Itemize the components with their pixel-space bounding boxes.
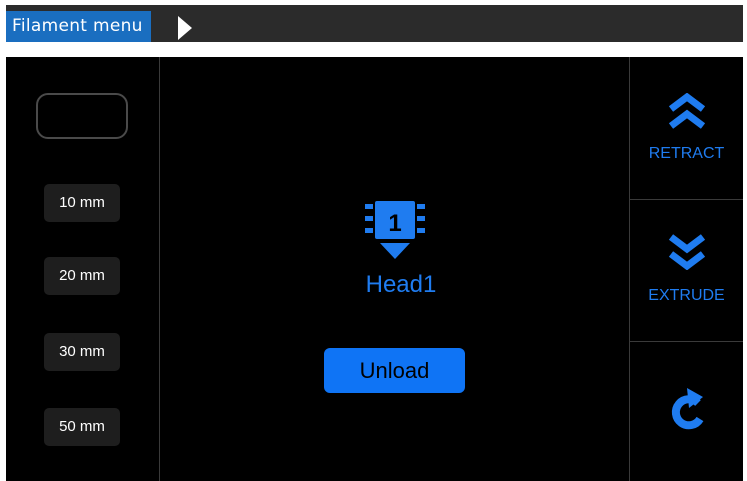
retract-button[interactable]: RETRACT bbox=[630, 57, 743, 199]
printer-screen: 10 mm 20 mm 30 mm 50 mm 1 Head1 Unload R… bbox=[6, 57, 743, 481]
top-bar: Filament menu bbox=[6, 5, 743, 42]
extrude-label: EXTRUDE bbox=[648, 287, 725, 304]
double-chevron-up-icon bbox=[668, 93, 706, 129]
retract-label: RETRACT bbox=[648, 145, 725, 162]
step-30mm-button[interactable]: 30 mm bbox=[44, 333, 120, 371]
unload-button[interactable]: Unload bbox=[324, 348, 465, 393]
head-label: Head1 bbox=[365, 271, 437, 298]
head-number: 1 bbox=[388, 210, 401, 237]
step-20mm-button[interactable]: 20 mm bbox=[44, 257, 120, 295]
step-10mm-button[interactable]: 10 mm bbox=[44, 184, 120, 222]
custom-length-field[interactable] bbox=[36, 93, 128, 139]
divider bbox=[159, 57, 160, 481]
step-50mm-button[interactable]: 50 mm bbox=[44, 408, 120, 446]
refresh-icon bbox=[671, 388, 704, 430]
extrude-button[interactable]: EXTRUDE bbox=[630, 200, 743, 341]
back-button[interactable] bbox=[630, 342, 743, 481]
breadcrumb[interactable]: Filament menu bbox=[6, 11, 151, 42]
breadcrumb-arrow-icon bbox=[178, 16, 192, 40]
extruder-head-icon: 1 bbox=[365, 201, 425, 259]
double-chevron-down-icon bbox=[668, 234, 706, 270]
